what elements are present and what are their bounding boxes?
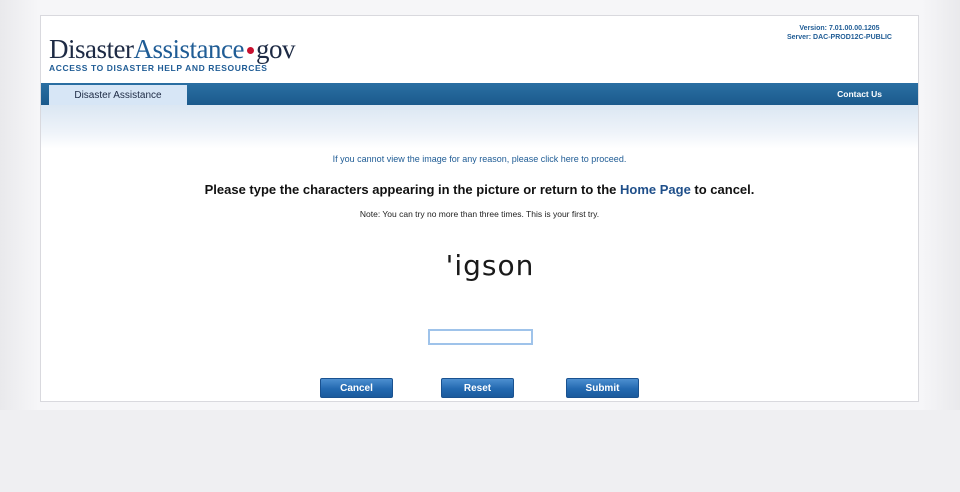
version-info: Version: 7.01.00.00.1205 Server: DAC-PRO… (787, 24, 892, 42)
version-text: Version: 7.01.00.00.1205 (799, 25, 880, 32)
nav-bar: Disaster Assistance Contact Us (41, 83, 918, 105)
home-page-link[interactable]: Home Page (620, 182, 691, 197)
cancel-button[interactable]: Cancel (320, 378, 393, 398)
contact-us-link[interactable]: Contact Us (837, 83, 882, 105)
logo-text-disaster: Disaster (49, 34, 134, 64)
main-panel: DisasterAssistance gov ACCESS TO DISASTER… (40, 15, 919, 402)
cannot-view-link[interactable]: If you cannot view the image for any rea… (41, 154, 918, 164)
site-tagline: ACCESS TO DISASTER HELP AND RESOURCES (49, 63, 268, 73)
instruction-text-start: Please type the characters appearing in … (204, 182, 620, 197)
captcha-text: 'igson (445, 248, 535, 282)
instruction-text-end: to cancel. (690, 182, 755, 197)
tab-disaster-assistance[interactable]: Disaster Assistance (49, 85, 187, 105)
instruction-heading: Please type the characters appearing in … (41, 182, 918, 197)
submit-button[interactable]: Submit (566, 378, 639, 398)
subheader-gradient (41, 105, 918, 149)
reset-button[interactable]: Reset (441, 378, 514, 398)
logo-text-assistance: Assistance (133, 34, 244, 64)
attempts-note: Note: You can try no more than three tim… (359, 209, 600, 219)
captcha-image: 'igson (435, 245, 545, 285)
logo-dot-icon (246, 47, 254, 55)
server-text: Server: DAC-PROD12C-PUBLIC (786, 34, 892, 41)
page-footer-background (0, 410, 960, 492)
captcha-input[interactable] (428, 329, 533, 345)
logo-text-gov: gov (255, 34, 296, 64)
